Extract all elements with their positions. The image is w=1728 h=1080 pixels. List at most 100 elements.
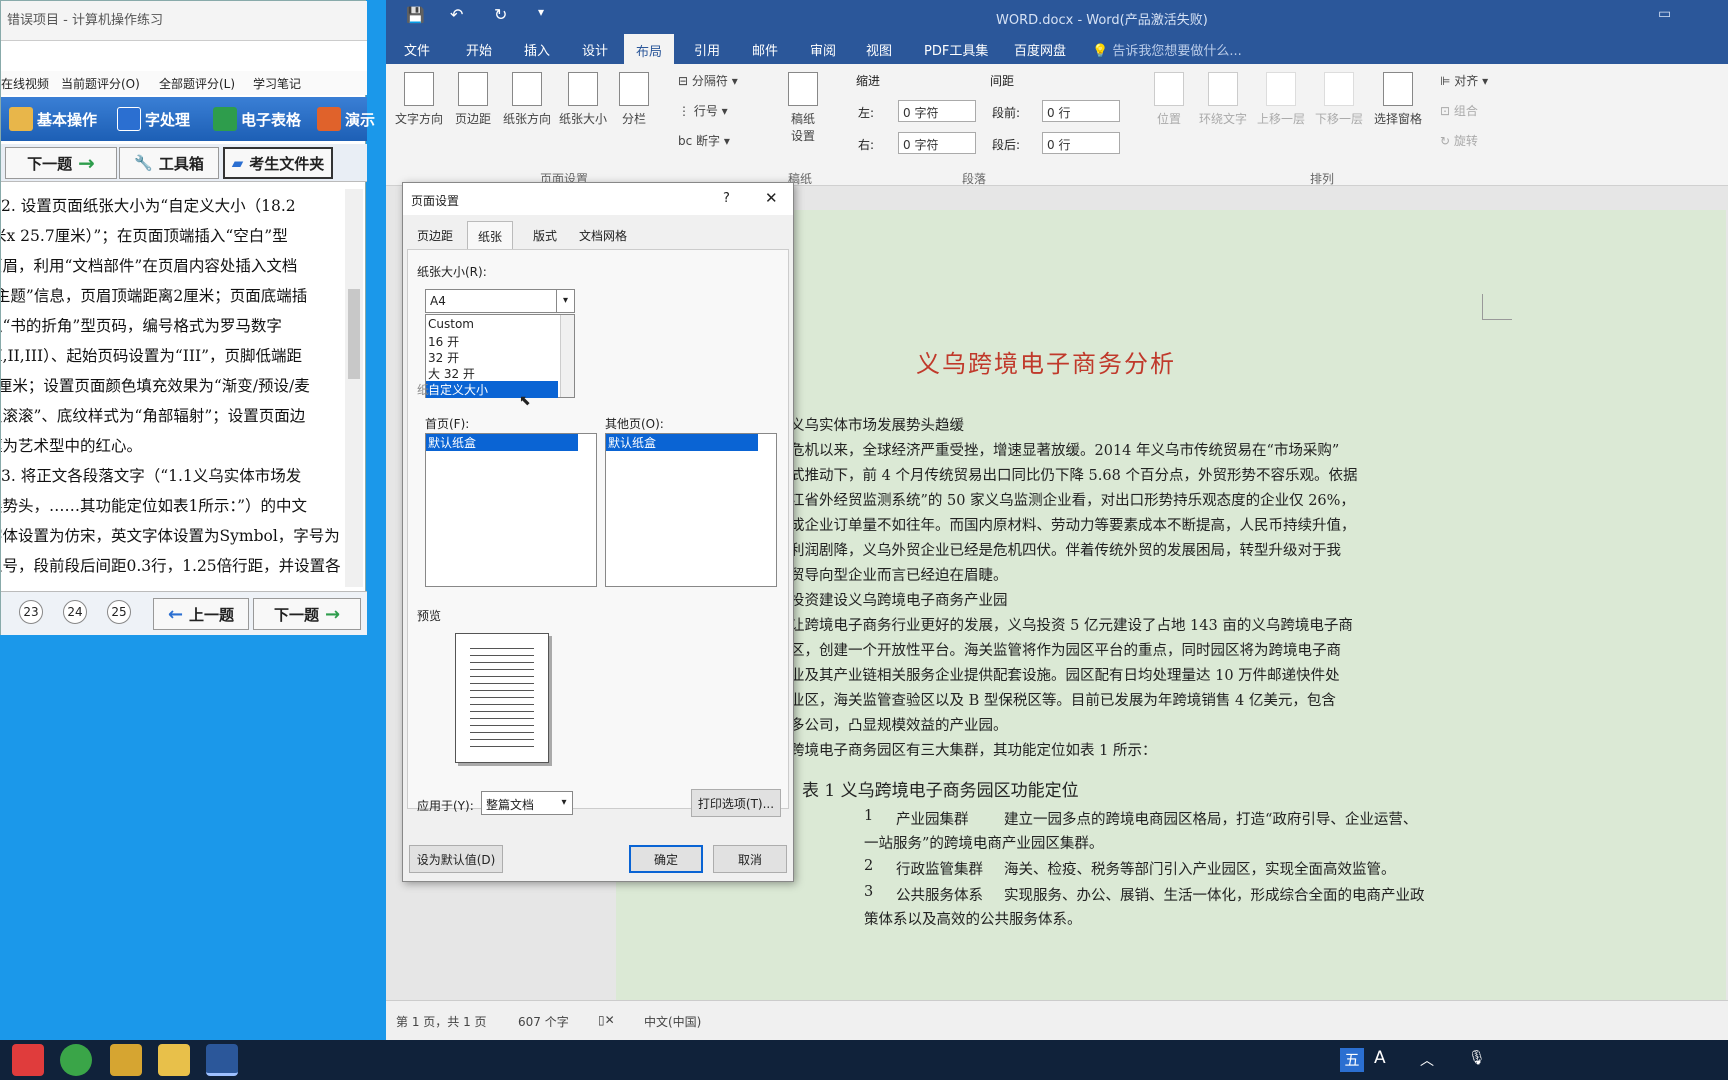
align-button[interactable]: ⊫ 对齐 ▾ xyxy=(1440,72,1488,89)
module-word[interactable]: 字处理 xyxy=(117,105,190,133)
exam-app-icon[interactable] xyxy=(110,1044,142,1076)
page-25-button[interactable]: 25 xyxy=(107,600,131,624)
pager-next-button[interactable]: 下一题 → xyxy=(253,598,361,630)
menu-study-notes[interactable]: 学习笔记 xyxy=(253,75,301,92)
indent-right-input[interactable]: 0 字符 xyxy=(898,132,976,154)
tab-paper[interactable]: 纸张 xyxy=(467,221,514,249)
save-icon[interactable]: 💾 xyxy=(406,6,425,24)
breaks-button[interactable]: ⊟ 分隔符 ▾ xyxy=(678,72,738,89)
proofing-icon[interactable]: ▯✕ xyxy=(598,1013,615,1027)
other-pages-tray-list[interactable]: 默认纸盒 xyxy=(605,433,777,587)
page-24-button[interactable]: 24 xyxy=(63,600,87,624)
file-explorer-icon[interactable] xyxy=(158,1044,190,1076)
toolbox-button[interactable]: 🔧 工具箱 xyxy=(119,147,219,179)
prev-question-button[interactable]: ← 上一题 xyxy=(153,598,249,630)
margins-button[interactable]: 页边距 xyxy=(448,72,498,127)
paper-option[interactable]: Custom xyxy=(428,317,474,331)
tab-baidu-netdisk[interactable]: 百度网盘 xyxy=(1014,40,1066,59)
set-default-button[interactable]: 设为默认值(D) xyxy=(409,845,503,873)
paper-size-icon xyxy=(568,72,598,106)
spacing-after-input[interactable]: 0 行 xyxy=(1042,132,1120,154)
undo-icon[interactable]: ↶ xyxy=(450,5,463,24)
bring-forward-button[interactable]: 上移一层 xyxy=(1254,72,1308,127)
browser-icon[interactable] xyxy=(60,1044,92,1076)
tab-file[interactable]: 文件 xyxy=(404,40,430,59)
tab-margins[interactable]: 页边距 xyxy=(417,227,453,244)
tab-mailings[interactable]: 邮件 xyxy=(752,40,778,59)
tab-view[interactable]: 视图 xyxy=(866,40,892,59)
tab-layout[interactable]: 布局 xyxy=(624,34,675,64)
paper-option[interactable]: 16 开 xyxy=(428,333,459,350)
tab-references[interactable]: 引用 xyxy=(694,40,720,59)
tray-chevron-icon[interactable]: ︿ xyxy=(1420,1050,1434,1070)
module-excel[interactable]: 电子表格 xyxy=(213,105,301,133)
group-button[interactable]: ⊡ 组合 xyxy=(1440,102,1478,119)
status-language[interactable]: 中文(中国) xyxy=(644,1013,701,1030)
ime-mode[interactable]: A xyxy=(1374,1048,1386,1068)
first-page-tray-list[interactable]: 默认纸盒 xyxy=(425,433,597,587)
paper-option[interactable]: 大 32 开 xyxy=(428,365,475,382)
tell-me-box[interactable]: 💡 告诉我您想要做什么... xyxy=(1092,40,1242,59)
columns-button[interactable]: 分栏 xyxy=(614,72,654,127)
tab-layout[interactable]: 版式 xyxy=(533,227,557,244)
dropdown-scrollbar[interactable] xyxy=(560,315,574,397)
orientation-button[interactable]: 纸张方向 xyxy=(500,72,554,127)
apply-to-select[interactable]: 整篇文档 ▾ xyxy=(481,791,573,815)
microphone-icon[interactable]: 🎙 xyxy=(1468,1050,1486,1066)
ime-indicator[interactable]: 五 xyxy=(1340,1048,1364,1072)
tab-review[interactable]: 审阅 xyxy=(810,40,836,59)
text-direction-button[interactable]: 文字方向 xyxy=(394,72,444,127)
paper-size-select[interactable]: A4 ▾ xyxy=(425,289,575,313)
wrap-text-button[interactable]: 环绕文字 xyxy=(1196,72,1250,127)
word-taskbar-icon[interactable] xyxy=(206,1044,238,1076)
send-backward-button[interactable]: 下移一层 xyxy=(1312,72,1366,127)
paper-option[interactable]: 32 开 xyxy=(428,349,459,366)
first-page-tray-item[interactable]: 默认纸盒 xyxy=(426,434,578,451)
menu-score-all[interactable]: 全部题评分(L) xyxy=(159,75,235,92)
tab-pdf-tools[interactable]: PDF工具集 xyxy=(924,40,988,59)
status-page[interactable]: 第 1 页，共 1 页 xyxy=(396,1013,487,1030)
question-line: 字体设置为仿宋，英文字体设置为Symbol，字号为 xyxy=(1,527,340,545)
chevron-down-icon[interactable]: ▾ xyxy=(556,792,572,814)
restore-icon[interactable]: ▭ xyxy=(1658,6,1671,22)
tab-doc-grid[interactable]: 文档网格 xyxy=(579,227,627,244)
app-icon[interactable] xyxy=(12,1044,44,1076)
chevron-down-icon[interactable]: ▾ xyxy=(556,290,574,312)
cancel-button[interactable]: 取消 xyxy=(713,845,787,873)
selection-pane-button[interactable]: 选择窗格 xyxy=(1370,72,1426,127)
ok-button[interactable]: 确定 xyxy=(629,845,703,873)
tab-insert[interactable]: 插入 xyxy=(524,40,550,59)
table-caption: 表 1 义乌跨境电子商务园区功能定位 xyxy=(802,781,1079,801)
indent-label: 缩进 xyxy=(856,74,881,88)
print-options-button[interactable]: 打印选项(T)... xyxy=(691,789,781,817)
module-ppt[interactable]: 演示 xyxy=(317,105,375,133)
next-question-button[interactable]: 下一题 → xyxy=(5,147,117,179)
module-word-label: 字处理 xyxy=(145,110,191,129)
paper-size-button[interactable]: 纸张大小 xyxy=(556,72,610,127)
paper-option-selected[interactable]: 自定义大小 xyxy=(426,381,558,398)
menu-online-video[interactable]: 在线视频 xyxy=(1,75,49,92)
doc-line: 贸导向型企业而言已经迫在眉睫。 xyxy=(790,568,1008,584)
manuscript-button[interactable]: 稿纸 设置 xyxy=(778,72,828,144)
customize-qat-icon[interactable]: ▾ xyxy=(538,5,544,19)
other-pages-tray-item[interactable]: 默认纸盒 xyxy=(606,434,758,451)
menu-score-current[interactable]: 当前题评分(O) xyxy=(61,75,140,92)
tab-home[interactable]: 开始 xyxy=(466,40,492,59)
spacing-before-input[interactable]: 0 行 xyxy=(1042,100,1120,122)
exam-folder-button[interactable]: ▰ 考生文件夹 xyxy=(223,147,333,179)
next-label: 下一题 xyxy=(27,154,73,173)
tab-design[interactable]: 设计 xyxy=(582,40,608,59)
scroll-thumb[interactable] xyxy=(348,289,360,379)
help-button[interactable]: ? xyxy=(723,191,730,206)
rotate-button[interactable]: ↻ 旋转 xyxy=(1440,132,1478,149)
redo-icon[interactable]: ↻ xyxy=(494,5,507,24)
hyphenation-button[interactable]: bc 断字 ▾ xyxy=(678,132,730,149)
module-basic[interactable]: 基本操作 xyxy=(9,105,97,133)
question-scrollbar[interactable] xyxy=(345,189,363,587)
page-23-button[interactable]: 23 xyxy=(19,600,43,624)
close-icon[interactable]: ✕ xyxy=(765,189,778,207)
position-button[interactable]: 位置 xyxy=(1146,72,1192,127)
status-words[interactable]: 607 个字 xyxy=(518,1013,569,1030)
indent-left-input[interactable]: 0 字符 xyxy=(898,100,976,122)
line-numbers-button[interactable]: ⋮ 行号 ▾ xyxy=(678,102,728,119)
